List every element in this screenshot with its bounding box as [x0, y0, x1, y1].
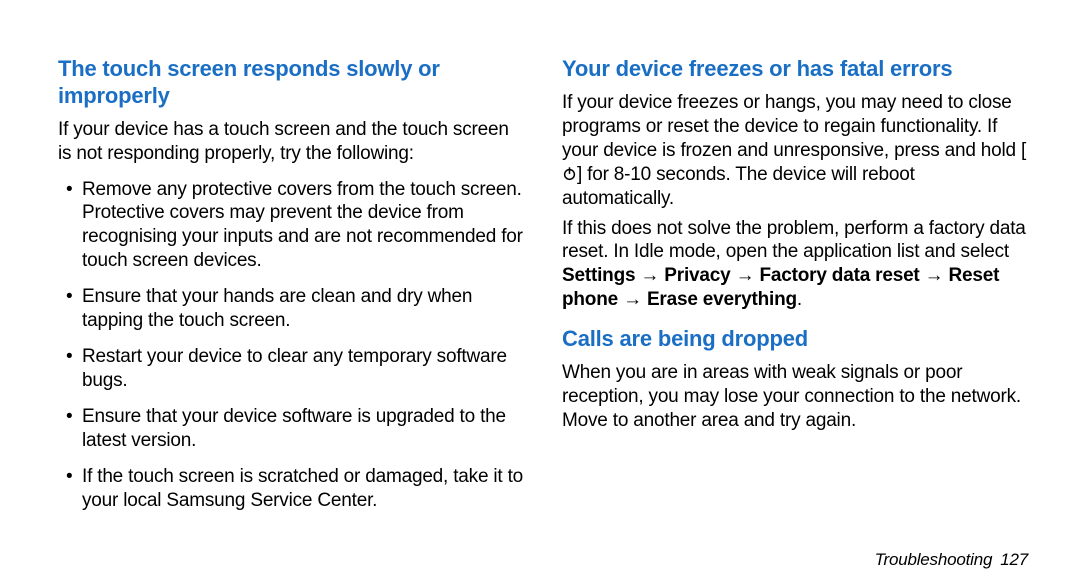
bold-path: Settings → Privacy → Factory data reset … [562, 265, 999, 310]
power-icon [562, 164, 577, 179]
bullet-list: Remove any protective covers from the to… [58, 178, 526, 513]
text-span: If your device freezes or hangs, you may… [562, 92, 1026, 161]
footer-section: Troubleshooting [875, 550, 993, 569]
right-column: Your device freezes or has fatal errors … [562, 56, 1030, 525]
page-footer: Troubleshooting 127 [875, 550, 1028, 570]
paragraph-factory-reset: If this does not solve the problem, perf… [562, 217, 1030, 313]
left-column: The touch screen responds slowly or impr… [58, 56, 526, 525]
list-item: Restart your device to clear any tempora… [58, 345, 526, 393]
text-span: ] for 8-10 seconds. The device will rebo… [562, 164, 915, 209]
list-item: Ensure that your device software is upgr… [58, 405, 526, 453]
paragraph-freeze: If your device freezes or hangs, you may… [562, 91, 1030, 211]
text-span: . [797, 289, 802, 310]
list-item: If the touch screen is scratched or dama… [58, 465, 526, 513]
text-span: If this does not solve the problem, perf… [562, 218, 1026, 263]
list-item: Ensure that your hands are clean and dry… [58, 285, 526, 333]
page-number: 127 [1000, 550, 1028, 569]
intro-paragraph: If your device has a touch screen and th… [58, 118, 526, 166]
heading-device-freezes: Your device freezes or has fatal errors [562, 56, 1030, 83]
heading-touch-screen: The touch screen responds slowly or impr… [58, 56, 526, 110]
paragraph-calls: When you are in areas with weak signals … [562, 361, 1030, 433]
list-item: Remove any protective covers from the to… [58, 178, 526, 274]
heading-calls-dropped: Calls are being dropped [562, 326, 1030, 353]
page-content: The touch screen responds slowly or impr… [0, 0, 1080, 525]
